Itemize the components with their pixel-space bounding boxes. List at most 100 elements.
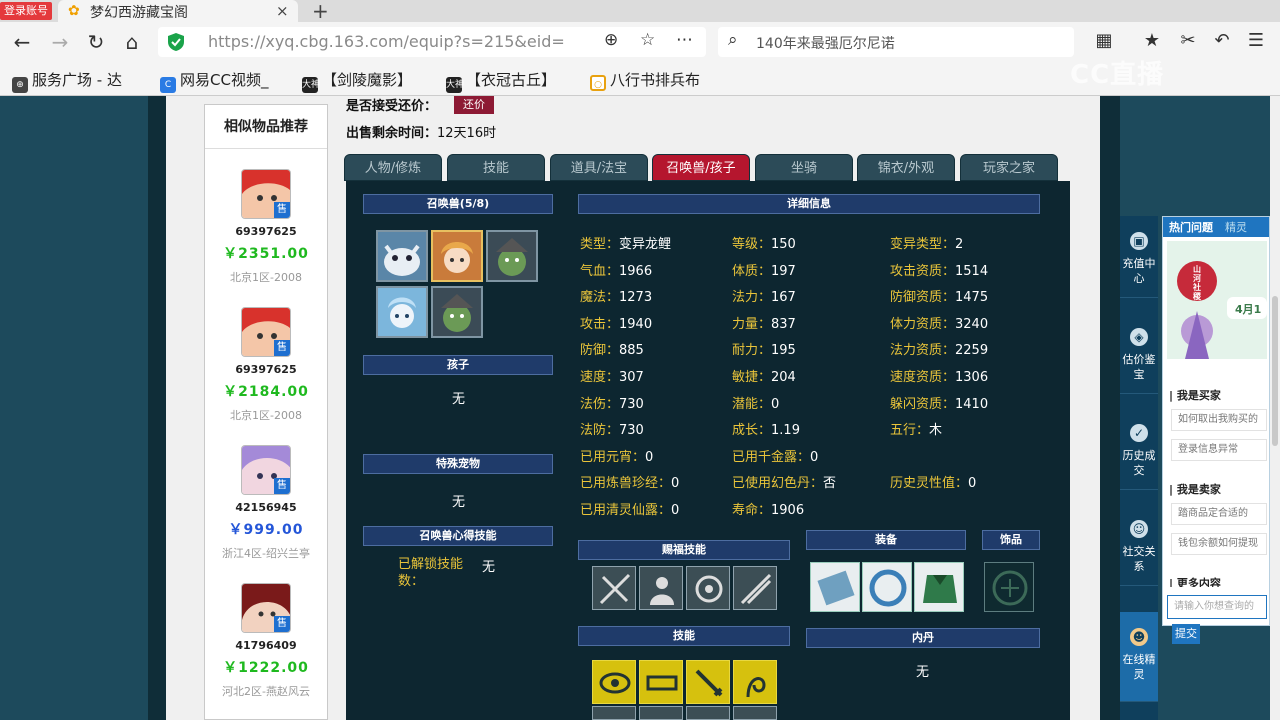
menu-icon[interactable]: ☰ bbox=[1244, 30, 1268, 51]
ornament-slot[interactable] bbox=[984, 562, 1034, 612]
reload-icon[interactable]: ↻ bbox=[84, 30, 108, 54]
gift-skill-slot[interactable] bbox=[686, 566, 730, 610]
detail-value: 167 bbox=[771, 290, 796, 306]
tab-mount[interactable]: 坐骑 bbox=[755, 154, 853, 181]
similar-item[interactable]: 售 69397625 ￥2351.00 北京1区-2008 bbox=[205, 169, 327, 307]
equip-slot[interactable] bbox=[914, 562, 964, 612]
seller-question-1[interactable]: 踏商品定合适的 bbox=[1171, 503, 1267, 525]
promo-banner[interactable]: 山河社稷 4月1 bbox=[1167, 241, 1267, 359]
social-button[interactable]: ☺ 社交关系 bbox=[1120, 504, 1158, 586]
circle-icon: ○ bbox=[590, 75, 606, 91]
pet-skill-slot[interactable] bbox=[592, 660, 636, 704]
avatar[interactable]: 售 bbox=[241, 583, 291, 633]
home-icon[interactable]: ⌂ bbox=[120, 30, 144, 54]
submit-button[interactable]: 提交 bbox=[1172, 624, 1200, 644]
detail-key: 成长： bbox=[732, 423, 772, 439]
pet-thumb[interactable] bbox=[376, 230, 428, 282]
grid-icon[interactable]: ▦ bbox=[1092, 30, 1116, 51]
gift-skill-slot[interactable] bbox=[592, 566, 636, 610]
similar-item[interactable]: 售 69397625 ￥2184.00 北京1区-2008 bbox=[205, 307, 327, 445]
tab-outfit[interactable]: 锦衣/外观 bbox=[857, 154, 955, 181]
bookmark-1[interactable]: ⊕ 服务广场 - 达 bbox=[12, 69, 122, 93]
pet-skill-slot[interactable] bbox=[639, 660, 683, 704]
equip-slot[interactable] bbox=[810, 562, 860, 612]
bookmark-5[interactable]: ○ 八行书排兵布 bbox=[590, 69, 700, 91]
detail-field: 法伤：730 bbox=[580, 393, 644, 412]
tab-title: 梦幻西游藏宝阁 bbox=[90, 5, 188, 21]
pet-thumb-selected[interactable] bbox=[431, 230, 483, 282]
back-icon[interactable]: ← bbox=[10, 30, 34, 54]
new-tab-icon[interactable]: + bbox=[312, 0, 329, 23]
pet-thumb[interactable] bbox=[486, 230, 538, 282]
detail-key: 已用元宵： bbox=[580, 449, 646, 465]
recharge-center-button[interactable]: ▣ 充值中心 bbox=[1120, 216, 1158, 298]
detail-field: 等级：150 bbox=[732, 233, 796, 252]
more-icon[interactable]: ⋯ bbox=[676, 30, 693, 50]
counter-offer-button[interactable]: 还价 bbox=[454, 96, 494, 114]
detail-value: 0 bbox=[968, 476, 977, 492]
browser-tab[interactable]: ✿ 梦幻西游藏宝阁 × bbox=[58, 0, 298, 22]
avatar[interactable]: 售 bbox=[241, 169, 291, 219]
search-input[interactable]: ⌕ 140年来最强厄尔尼诺 bbox=[718, 27, 1074, 57]
buyer-question-2[interactable]: 登录信息异常 bbox=[1171, 439, 1267, 461]
gift-skill-slot[interactable] bbox=[639, 566, 683, 610]
zoom-icon[interactable]: ⊕ bbox=[604, 30, 618, 50]
detail-key: 速度： bbox=[580, 370, 620, 385]
close-tab-icon[interactable]: × bbox=[276, 2, 289, 20]
similar-item[interactable]: 售 42156945 ￥999.00 浙江4区-绍兴兰亭 bbox=[205, 445, 327, 583]
forward-icon[interactable]: → bbox=[48, 30, 72, 54]
pet-skill-slot[interactable] bbox=[733, 660, 777, 704]
equip-slot[interactable] bbox=[862, 562, 912, 612]
bookmark-2[interactable]: C 网易CC视频_ bbox=[160, 69, 268, 93]
bookmark-3[interactable]: 大神 【剑陵魔影】 bbox=[302, 69, 412, 93]
detail-value: 0 bbox=[771, 396, 780, 412]
scissors-icon[interactable]: ✂ bbox=[1176, 30, 1200, 51]
detail-value: 1306 bbox=[955, 370, 989, 385]
appraise-button[interactable]: ◈ 估价鉴宝 bbox=[1120, 312, 1158, 394]
detail-field: 攻击：1940 bbox=[580, 313, 652, 332]
favorites-icon[interactable]: ★ bbox=[1140, 30, 1164, 51]
pet-skill-slot[interactable] bbox=[686, 706, 730, 720]
seller-question-2[interactable]: 钱包余额如何提现 bbox=[1171, 533, 1267, 555]
help-query-input[interactable]: 请输入你想查询的 bbox=[1167, 595, 1267, 619]
avatar[interactable]: 售 bbox=[241, 307, 291, 357]
detail-key: 力量： bbox=[732, 316, 772, 332]
tab-sprite[interactable]: 精灵 bbox=[1225, 219, 1247, 235]
sale-badge: 售 bbox=[274, 478, 290, 494]
tab-pets[interactable]: 召唤兽/孩子 bbox=[652, 154, 750, 181]
avatar[interactable]: 售 bbox=[241, 445, 291, 495]
login-badge[interactable]: 登录账号 bbox=[0, 2, 52, 20]
detail-key: 潜能： bbox=[732, 396, 772, 412]
pet-thumb[interactable] bbox=[376, 286, 428, 338]
detail-field: 攻击资质：1514 bbox=[890, 260, 988, 279]
detail-key: 防御资质： bbox=[890, 290, 956, 306]
tab-character[interactable]: 人物/修炼 bbox=[344, 154, 442, 181]
sale-badge: 售 bbox=[274, 616, 290, 632]
pet-skill-slot[interactable] bbox=[733, 706, 777, 720]
pet-skill-slot[interactable] bbox=[592, 706, 636, 720]
pet-thumb[interactable] bbox=[431, 286, 483, 338]
detail-value: 否 bbox=[823, 476, 837, 492]
address-bar[interactable]: https://xyq.cbg.163.com/equip?s=215&eid=… bbox=[158, 27, 706, 57]
tab-skills[interactable]: 技能 bbox=[447, 154, 545, 181]
tab-hot-questions[interactable]: 热门问题 bbox=[1169, 219, 1213, 235]
online-sprite-button[interactable]: ☻ 在线精灵 bbox=[1120, 612, 1158, 702]
detail-value: 2 bbox=[955, 237, 964, 252]
tab-items[interactable]: 道具/法宝 bbox=[550, 154, 648, 181]
neidan-value: 无 bbox=[916, 665, 930, 680]
buyer-question-1[interactable]: 如何取出我购买的 bbox=[1171, 409, 1267, 431]
pet-skill-slot[interactable] bbox=[639, 706, 683, 720]
detail-value: 1966 bbox=[619, 263, 653, 279]
pet-skill-slot[interactable] bbox=[686, 660, 730, 704]
remaining-time-value: 12天16时 bbox=[437, 126, 497, 141]
history-button[interactable]: ✓ 历史成交 bbox=[1120, 408, 1158, 490]
scrollbar-thumb[interactable] bbox=[1272, 296, 1278, 446]
undo-icon[interactable]: ↶ bbox=[1210, 30, 1234, 51]
tab-home[interactable]: 玩家之家 bbox=[960, 154, 1058, 181]
star-icon[interactable]: ☆ bbox=[640, 30, 655, 50]
gift-skill-slot[interactable] bbox=[733, 566, 777, 610]
similar-item[interactable]: 售 41796409 ￥1222.00 河北2区-燕赵风云 bbox=[205, 583, 327, 720]
bookmark-4[interactable]: 大神 【衣冠古丘】 bbox=[446, 69, 556, 93]
detail-field: 敏捷：204 bbox=[732, 366, 796, 385]
detail-field: 类型：变异龙鲤 bbox=[580, 233, 671, 252]
